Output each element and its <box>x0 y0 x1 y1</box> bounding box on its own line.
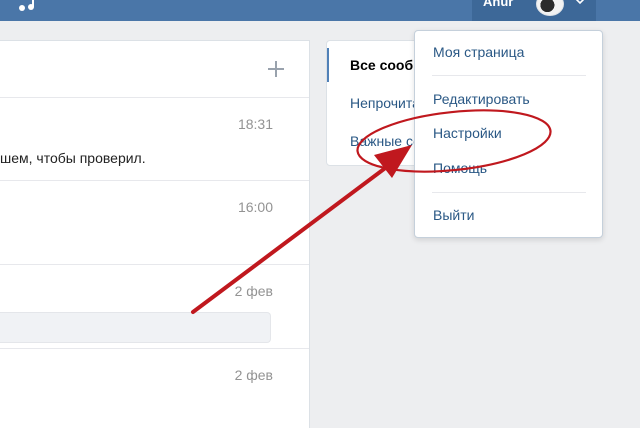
menu-item-my-page[interactable]: Моя страница <box>415 36 602 68</box>
dialog-time: 2 фев <box>234 283 273 299</box>
messages-header <box>0 41 309 98</box>
plus-icon[interactable] <box>265 58 287 80</box>
menu-item-help[interactable]: Помощь <box>415 152 602 184</box>
chevron-down-icon <box>575 0 585 5</box>
menu-item-settings[interactable]: Настройки <box>415 117 602 149</box>
top-bar: Anur <box>0 0 640 21</box>
dialog-row[interactable]: 18:31 шем, чтобы проверил. <box>0 98 309 181</box>
profile-name: Anur <box>483 0 514 9</box>
menu-divider <box>432 75 586 76</box>
dialog-time: 18:31 <box>237 116 273 132</box>
menu-divider <box>432 192 586 193</box>
dialog-row[interactable]: 2 фев <box>0 349 309 428</box>
dialog-row[interactable]: 2 фев <box>0 265 309 349</box>
dialog-preview-box <box>0 312 271 343</box>
avatar <box>536 0 564 16</box>
dialog-preview: шем, чтобы проверил. <box>0 150 146 166</box>
profile-menu-button[interactable]: Anur <box>472 0 596 21</box>
music-icon[interactable] <box>18 0 38 12</box>
menu-item-edit[interactable]: Редактировать <box>415 83 602 115</box>
profile-dropdown: Моя страница Редактировать Настройки Пом… <box>414 30 603 238</box>
messages-panel: 18:31 шем, чтобы проверил. 16:00 2 фев 2… <box>0 40 310 428</box>
dialog-time: 16:00 <box>237 199 273 215</box>
dialog-row[interactable]: 16:00 <box>0 181 309 265</box>
menu-item-logout[interactable]: Выйти <box>415 199 602 231</box>
dialog-time: 2 фев <box>234 367 273 383</box>
